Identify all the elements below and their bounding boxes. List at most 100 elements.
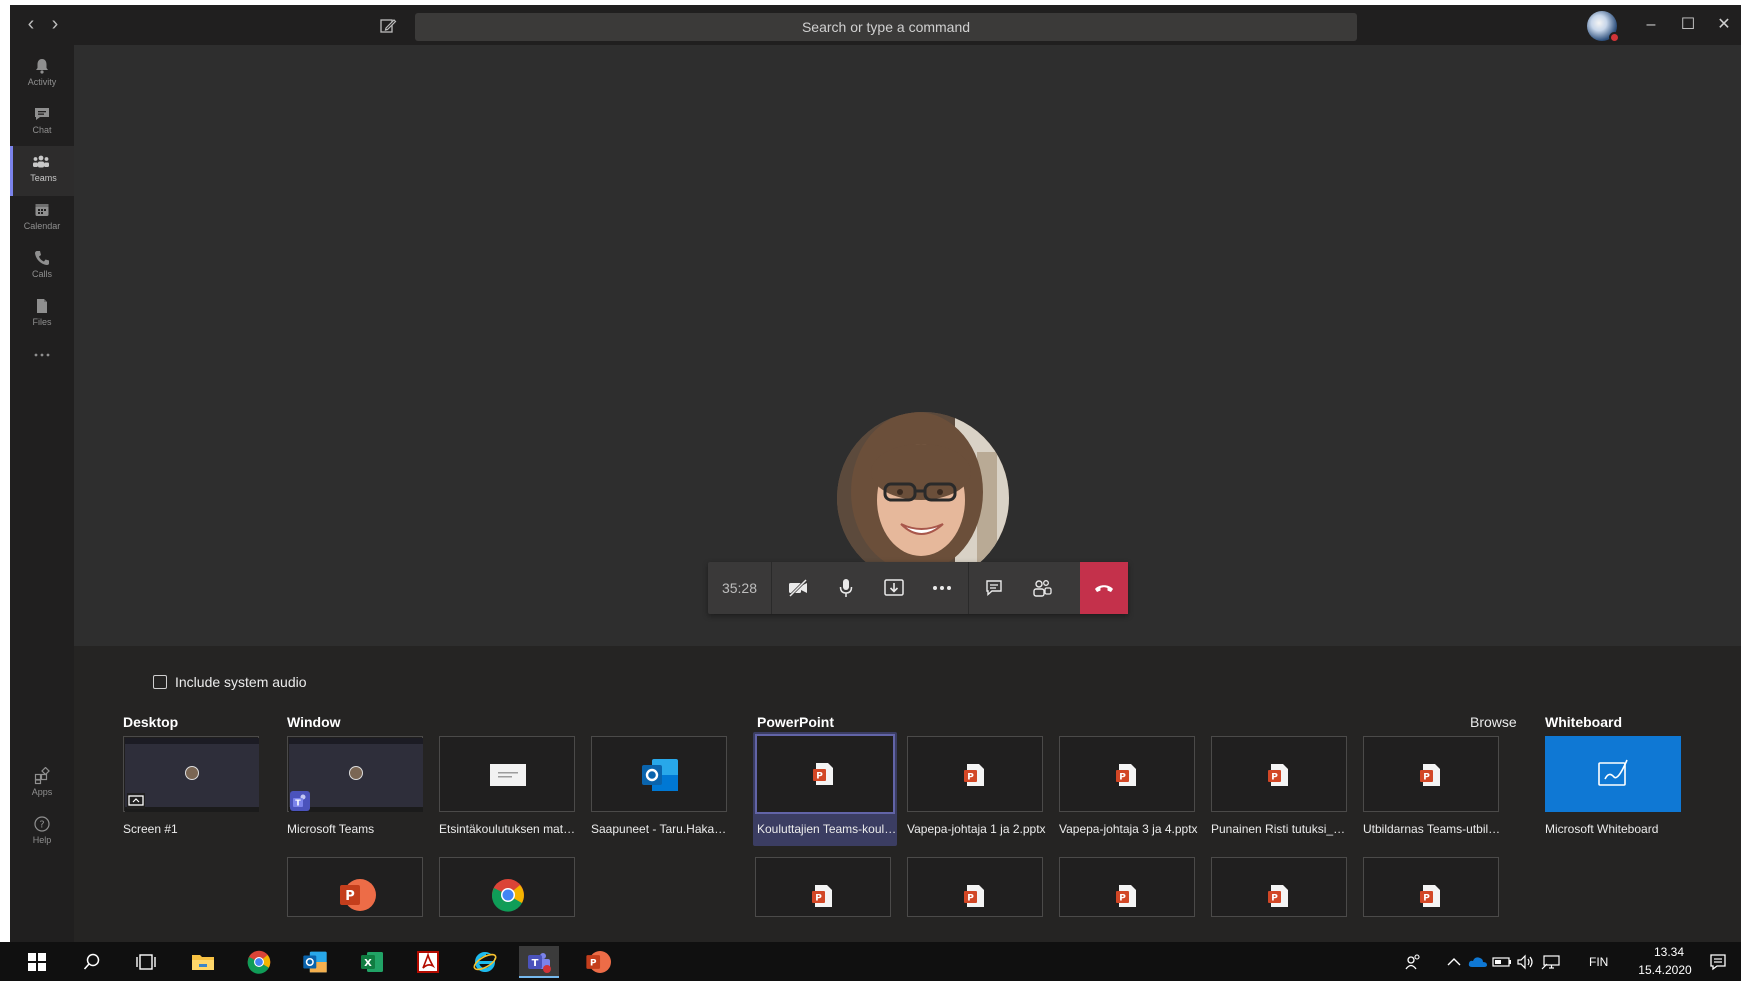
share-tile-pptx[interactable]: P	[1211, 736, 1347, 812]
whiteboard-icon	[1598, 759, 1628, 786]
svg-text:T: T	[532, 958, 539, 969]
section-desktop: Desktop	[123, 714, 179, 730]
rail-item-more[interactable]	[10, 340, 74, 370]
rail-item-help[interactable]: ? Help	[10, 808, 74, 858]
divider	[968, 562, 969, 614]
pptx-file-icon: P	[1420, 764, 1440, 786]
compose-icon[interactable]	[378, 16, 398, 36]
maximize-button[interactable]: ☐	[1674, 13, 1702, 37]
mail-icon	[490, 764, 526, 786]
rail-label: Activity	[27, 77, 57, 87]
app-rail: Activity Chat Teams Calendar Calls Files…	[10, 45, 74, 942]
minimize-button[interactable]: –	[1637, 13, 1665, 37]
share-tile-pptx[interactable]: P	[755, 857, 891, 917]
tile-label: Microsoft Teams	[287, 822, 375, 836]
pptx-file-icon: P	[813, 763, 833, 785]
search-icon[interactable]	[72, 946, 112, 978]
help-icon: ?	[34, 816, 50, 832]
forward-icon[interactable]: ›	[44, 13, 66, 35]
tile-label: Punainen Risti tutuksi_ko...	[1211, 822, 1351, 836]
rail-label: Teams	[30, 173, 57, 183]
close-button[interactable]: ✕	[1710, 13, 1738, 37]
rail-item-chat[interactable]: Chat	[10, 98, 74, 148]
pptx-file-icon: P	[1268, 885, 1288, 907]
rail-item-calendar[interactable]: Calendar	[10, 194, 74, 244]
clock-date[interactable]: 15.4.2020	[1630, 963, 1700, 977]
svg-text:P: P	[1423, 773, 1430, 783]
windows-taskbar: X T P FIN 13.34 15.4.2020	[0, 942, 1741, 981]
rail-item-files[interactable]: Files	[10, 290, 74, 340]
share-tile-window[interactable]: T	[287, 736, 423, 812]
chevron-up-icon[interactable]	[1443, 946, 1465, 978]
acrobat-taskbar-icon[interactable]	[408, 946, 448, 978]
share-tile-pptx-selected[interactable]: P	[755, 734, 895, 814]
meeting-chat-icon[interactable]	[970, 562, 1018, 614]
bell-icon	[36, 59, 48, 74]
powerpoint-taskbar-icon[interactable]: P	[578, 946, 618, 978]
svg-text:?: ?	[39, 820, 44, 831]
file-explorer-icon[interactable]	[183, 946, 223, 978]
people-icon[interactable]	[1399, 946, 1427, 978]
teams-icon	[33, 155, 49, 168]
section-window: Window	[287, 714, 341, 730]
outlook-taskbar-icon[interactable]	[295, 946, 335, 978]
volume-icon[interactable]	[1514, 946, 1538, 978]
network-icon[interactable]	[1538, 946, 1564, 978]
microphone-icon[interactable]	[822, 562, 870, 614]
browse-link[interactable]: Browse	[1470, 714, 1517, 730]
hang-up-button[interactable]	[1080, 562, 1128, 614]
task-view-icon[interactable]	[126, 946, 166, 978]
rail-item-activity[interactable]: Activity	[10, 50, 74, 100]
file-icon	[37, 299, 47, 313]
svg-text:P: P	[1271, 894, 1278, 904]
tile-label: Microsoft Whiteboard	[1545, 822, 1659, 836]
svg-text:P: P	[1119, 773, 1126, 783]
share-tile-screen[interactable]	[123, 736, 259, 812]
more-options-icon[interactable]	[918, 562, 966, 614]
excel-taskbar-icon[interactable]: X	[352, 946, 392, 978]
include-audio-checkbox[interactable]	[153, 675, 167, 689]
windows-start-icon[interactable]	[17, 946, 57, 978]
share-tile-pptx[interactable]: P	[1363, 736, 1499, 812]
share-tile-window[interactable]	[591, 736, 727, 812]
rail-label: Chat	[32, 125, 52, 135]
rail-item-teams[interactable]: Teams	[10, 146, 74, 196]
tile-label: Saapuneet - Taru.Hakane...	[591, 822, 731, 836]
share-tile-window[interactable]: P	[287, 857, 423, 917]
svg-text:P: P	[967, 894, 974, 904]
phone-icon	[35, 251, 49, 265]
share-tray-icon[interactable]	[870, 562, 918, 614]
include-system-audio[interactable]: Include system audio	[153, 672, 307, 692]
battery-icon[interactable]	[1490, 946, 1514, 978]
teams-taskbar-icon[interactable]: T	[519, 946, 559, 978]
share-tile-window[interactable]	[439, 857, 575, 917]
pptx-file-icon: P	[1420, 885, 1440, 907]
share-tile-pptx[interactable]: P	[1059, 857, 1195, 917]
chrome-taskbar-icon[interactable]	[239, 946, 279, 978]
share-tile-pptx[interactable]: P	[1363, 857, 1499, 917]
share-tile-window[interactable]	[439, 736, 575, 812]
more-icon	[34, 353, 50, 357]
share-tile-pptx[interactable]: P	[907, 857, 1043, 917]
back-icon[interactable]: ‹	[20, 13, 42, 35]
rail-item-calls[interactable]: Calls	[10, 242, 74, 292]
share-tile-pptx[interactable]: P	[1059, 736, 1195, 812]
share-tile-pptx[interactable]: P	[1211, 857, 1347, 917]
screen-preview	[125, 738, 259, 812]
internet-explorer-icon[interactable]	[465, 946, 505, 978]
onedrive-icon[interactable]	[1466, 946, 1490, 978]
outlook-icon	[642, 759, 678, 791]
rail-item-apps[interactable]: Apps	[10, 760, 74, 810]
input-language[interactable]: FIN	[1589, 955, 1608, 969]
search-input[interactable]: Search or type a command	[415, 13, 1357, 41]
rail-label: Help	[32, 835, 52, 845]
clock-time[interactable]: 13.34	[1640, 945, 1698, 959]
participants-icon[interactable]	[1018, 562, 1066, 614]
svg-text:X: X	[364, 958, 372, 969]
share-tile-whiteboard[interactable]	[1545, 736, 1681, 812]
notifications-icon[interactable]	[1702, 946, 1734, 978]
call-controls: 35:28	[708, 562, 1128, 614]
camera-off-icon[interactable]	[774, 562, 822, 614]
pptx-file-icon: P	[1116, 885, 1136, 907]
share-tile-pptx[interactable]: P	[907, 736, 1043, 812]
